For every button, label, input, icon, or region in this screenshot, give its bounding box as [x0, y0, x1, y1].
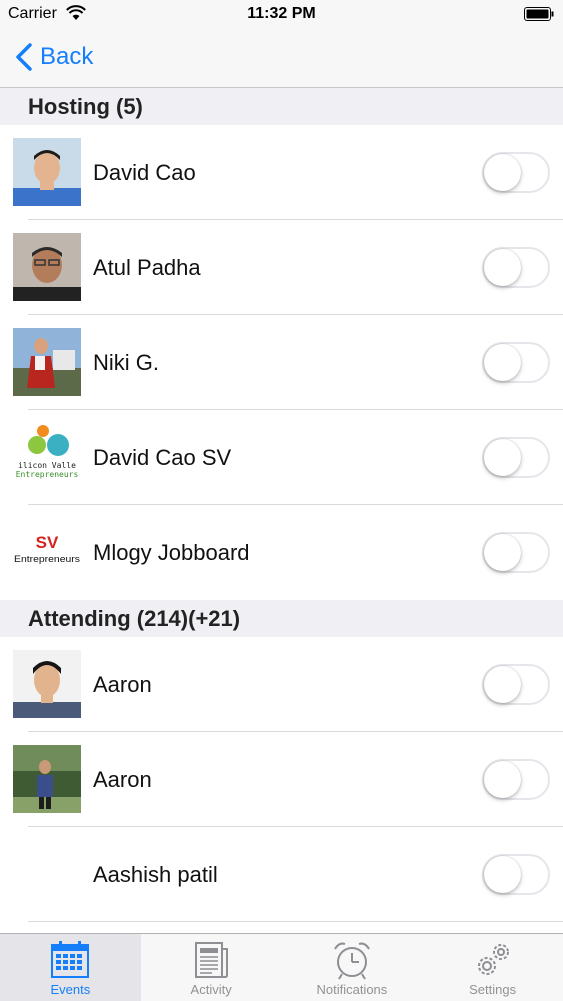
tab-notifications[interactable]: Notifications: [282, 934, 423, 1001]
tab-label: Activity: [190, 982, 232, 997]
toggle-knob: [484, 344, 521, 381]
tab-label: Notifications: [316, 982, 388, 997]
battery-icon: [524, 7, 554, 21]
navigation-bar: Back: [0, 30, 563, 88]
status-bar: Carrier 11:32 PM: [0, 0, 563, 30]
toggle-knob: [484, 856, 521, 893]
section-header-attending: Attending (214)(+21): [0, 600, 563, 637]
toggle-knob: [484, 249, 521, 286]
attendee-name: Mlogy Jobboard: [93, 540, 250, 565]
back-button[interactable]: Back: [14, 40, 93, 74]
list-item[interactable]: Aaron: [0, 637, 563, 732]
toggle-switch[interactable]: [482, 247, 550, 288]
clock-time: 11:32 PM: [247, 5, 316, 22]
row-divider: [28, 921, 563, 922]
attendee-name: Atul Padha: [93, 255, 201, 280]
toggle-switch[interactable]: [482, 437, 550, 478]
gears-icon: [477, 944, 509, 975]
attendee-name: Aaron: [93, 767, 152, 792]
newspaper-icon: [195, 942, 229, 978]
chevron-left-icon: [16, 43, 32, 71]
logo-text-entrepreneurs: Entrepreneurs: [16, 470, 79, 479]
calendar-icon: [51, 941, 90, 978]
toggle-switch[interactable]: [482, 759, 550, 800]
toggle-switch[interactable]: [482, 152, 550, 193]
logo-text-silicon-valley: ilicon Valle: [18, 461, 76, 470]
tab-bar: Events Activity Notifications Settings: [0, 933, 563, 1001]
list-item[interactable]: David Cao: [0, 125, 563, 220]
toggle-knob: [484, 154, 521, 191]
list-item[interactable]: Aaron: [0, 732, 563, 827]
avatar: [13, 650, 81, 718]
tab-events[interactable]: Events: [0, 934, 141, 1001]
toggle-knob: [484, 761, 521, 798]
list-item[interactable]: SV Entrepreneurs Mlogy Jobboard: [0, 505, 563, 600]
logo-text-sv: SV: [36, 533, 59, 552]
silicon-valley-logo: ilicon Valle Entrepreneurs: [13, 423, 81, 491]
attendee-name: David Cao SV: [93, 445, 232, 470]
tab-settings[interactable]: Settings: [422, 934, 563, 1001]
avatar: [13, 138, 81, 206]
section-header-hosting: Hosting (5): [0, 88, 563, 125]
toggle-switch[interactable]: [482, 342, 550, 383]
tab-activity[interactable]: Activity: [141, 934, 282, 1001]
alarm-clock-icon: [334, 942, 370, 980]
avatar: ilicon Valle Entrepreneurs: [13, 423, 81, 491]
toggle-knob: [484, 666, 521, 703]
list-item[interactable]: ilicon Valle Entrepreneurs David Cao SV: [0, 410, 563, 505]
logo-text-entrepreneurs: Entrepreneurs: [14, 554, 81, 564]
attendee-list[interactable]: Hosting (5) David Cao Atul Padha Niki G.…: [0, 88, 563, 933]
list-item[interactable]: Niki G.: [0, 315, 563, 410]
toggle-switch[interactable]: [482, 854, 550, 895]
toggle-knob: [484, 534, 521, 571]
avatar: [13, 233, 81, 301]
toggle-switch[interactable]: [482, 532, 550, 573]
sv-entrepreneurs-logo: SV Entrepreneurs: [13, 518, 81, 586]
back-label: Back: [40, 43, 94, 70]
tab-label: Events: [50, 982, 91, 997]
avatar: [13, 328, 81, 396]
avatar: SV Entrepreneurs: [13, 518, 81, 586]
attendee-name: David Cao: [93, 160, 196, 185]
avatar: [13, 745, 81, 813]
toggle-switch[interactable]: [482, 664, 550, 705]
toggle-knob: [484, 439, 521, 476]
attendee-name: Aashish patil: [93, 862, 218, 887]
tab-label: Settings: [469, 982, 517, 997]
list-item[interactable]: Aashish patil: [0, 827, 563, 922]
list-item[interactable]: Atul Padha: [0, 220, 563, 315]
attendee-name: Niki G.: [93, 350, 159, 375]
attendee-name: Aaron: [93, 672, 152, 697]
